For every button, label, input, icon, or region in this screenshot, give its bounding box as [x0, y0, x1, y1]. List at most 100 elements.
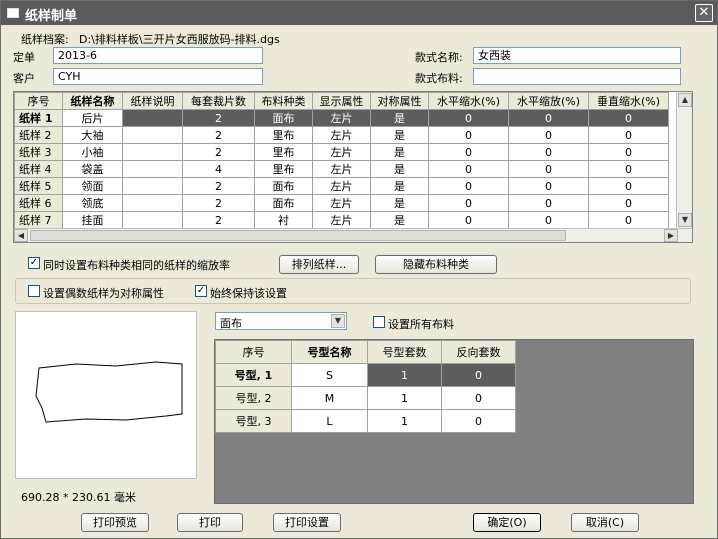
symmetry-cell[interactable]: 是 [370, 109, 429, 127]
row-index[interactable]: 纸样 4 [14, 160, 63, 178]
pattern-name-cell[interactable]: 领底 [62, 194, 123, 212]
h-shrink-cell[interactable]: 0 [428, 160, 509, 178]
h-scale-cell[interactable]: 0 [508, 143, 589, 161]
pattern-desc-cell[interactable] [122, 211, 183, 229]
table-row[interactable]: 纸样 2 大袖 2 里布 左片是 0 0 0 [14, 126, 669, 144]
h-shrink-cell[interactable]: 0 [428, 211, 509, 229]
col-header-desc[interactable]: 纸样说明 [122, 92, 183, 110]
v-shrink-cell[interactable]: 0 [588, 194, 669, 212]
row-index[interactable]: 纸样 3 [14, 143, 63, 161]
pattern-name-cell[interactable]: 小袖 [62, 143, 123, 161]
col-header-h-scale[interactable]: 水平缩放(%) [508, 92, 589, 110]
col-header-display[interactable]: 显示属性 [312, 92, 371, 110]
table-row[interactable]: 纸样 5 领面 2 面布 左片是 0 0 0 [14, 177, 669, 195]
sort-patterns-button[interactable]: 排列纸样... [279, 255, 359, 274]
all-fabric-checkbox[interactable] [373, 316, 385, 328]
qty-cell[interactable]: 4 [182, 160, 255, 178]
col-header-fabric[interactable]: 布料种类 [254, 92, 313, 110]
grid-vertical-scrollbar[interactable]: ▲ ▼ [676, 92, 692, 228]
fabric-cell[interactable]: 面布 [254, 109, 313, 127]
scroll-right-icon[interactable]: ▶ [664, 229, 678, 242]
v-shrink-cell[interactable]: 0 [588, 160, 669, 178]
col-header-symmetry[interactable]: 对称属性 [370, 92, 429, 110]
table-row[interactable]: 纸样 4 袋盖 4 里布 左片是 0 0 0 [14, 160, 669, 178]
size-row-index[interactable]: 号型, 2 [215, 386, 292, 410]
pattern-desc-cell[interactable] [122, 126, 183, 144]
display-cell[interactable]: 左片 [312, 126, 371, 144]
size-sets-cell[interactable]: 1 [367, 363, 442, 387]
scroll-down-icon[interactable]: ▼ [678, 213, 692, 227]
row-index[interactable]: 纸样 2 [14, 126, 63, 144]
size-col-sets[interactable]: 号型套数 [367, 340, 442, 364]
table-row[interactable]: 号型, 3L10 [215, 409, 516, 433]
pattern-desc-cell[interactable] [122, 177, 183, 195]
fabric-cell[interactable]: 里布 [254, 143, 313, 161]
display-cell[interactable]: 左片 [312, 194, 371, 212]
size-code-cell[interactable]: M [291, 386, 368, 410]
col-header-name[interactable]: 纸样名称 [62, 92, 123, 110]
symmetry-cell[interactable]: 是 [370, 211, 429, 229]
display-cell[interactable]: 左片 [312, 211, 371, 229]
h-scale-cell[interactable]: 0 [508, 211, 589, 229]
table-row[interactable]: 号型, 1S10 [215, 363, 516, 387]
size-col-name[interactable]: 号型名称 [291, 340, 368, 364]
display-cell[interactable]: 左片 [312, 177, 371, 195]
display-cell[interactable]: 左片 [312, 143, 371, 161]
table-row[interactable]: 纸样 6 领底 2 面布 左片是 0 0 0 [14, 194, 669, 212]
pattern-name-cell[interactable]: 袋盖 [62, 160, 123, 178]
fabric-select[interactable]: 面布 ▼ [215, 312, 347, 330]
size-row-index[interactable]: 号型, 1 [215, 363, 292, 387]
print-preview-button[interactable]: 打印预览 [81, 513, 149, 532]
v-shrink-cell[interactable]: 0 [588, 126, 669, 144]
row-index[interactable]: 纸样 7 [14, 211, 63, 229]
size-col-index[interactable]: 序号 [215, 340, 292, 364]
style-fabric-field[interactable] [473, 68, 681, 85]
cancel-button[interactable]: 取消(C) [571, 513, 639, 532]
qty-cell[interactable]: 2 [182, 109, 255, 127]
symmetry-cell[interactable]: 是 [370, 160, 429, 178]
h-scale-cell[interactable]: 0 [508, 126, 589, 144]
table-row[interactable]: 纸样 7 挂面 2 衬左片是 0 0 0 [14, 211, 669, 229]
fabric-cell[interactable]: 里布 [254, 126, 313, 144]
qty-cell[interactable]: 2 [182, 194, 255, 212]
same-fabric-checkbox[interactable]: ✓ [28, 257, 40, 269]
display-cell[interactable]: 左片 [312, 160, 371, 178]
pattern-name-cell[interactable]: 领面 [62, 177, 123, 195]
order-field[interactable]: 2013-6 [53, 47, 263, 64]
h-scale-cell[interactable]: 0 [508, 194, 589, 212]
size-reverse-cell[interactable]: 0 [441, 363, 516, 387]
chevron-down-icon[interactable]: ▼ [331, 314, 345, 328]
size-reverse-cell[interactable]: 0 [441, 386, 516, 410]
row-index[interactable]: 纸样 6 [14, 194, 63, 212]
col-header-qty[interactable]: 每套裁片数 [182, 92, 255, 110]
size-col-reverse[interactable]: 反向套数 [441, 340, 516, 364]
col-header-v-shrink[interactable]: 垂直缩水(%) [588, 92, 669, 110]
print-settings-button[interactable]: 打印设置 [273, 513, 341, 532]
h-shrink-cell[interactable]: 0 [428, 109, 509, 127]
symmetry-cell[interactable]: 是 [370, 126, 429, 144]
even-symmetric-checkbox[interactable] [28, 285, 40, 297]
pattern-desc-cell[interactable] [122, 143, 183, 161]
h-shrink-cell[interactable]: 0 [428, 177, 509, 195]
table-row[interactable]: 号型, 2M10 [215, 386, 516, 410]
h-scale-cell[interactable]: 0 [508, 109, 589, 127]
print-button[interactable]: 打印 [177, 513, 243, 532]
pattern-name-cell[interactable]: 挂面 [62, 211, 123, 229]
style-name-field[interactable]: 女西装 [473, 47, 681, 64]
display-cell[interactable]: 左片 [312, 109, 371, 127]
scroll-thumb[interactable] [30, 230, 566, 241]
qty-cell[interactable]: 2 [182, 177, 255, 195]
keep-setting-checkbox[interactable]: ✓ [195, 285, 207, 297]
qty-cell[interactable]: 2 [182, 211, 255, 229]
table-row[interactable]: 纸样 3 小袖 2 里布 左片是 0 0 0 [14, 143, 669, 161]
v-shrink-cell[interactable]: 0 [588, 177, 669, 195]
pattern-desc-cell[interactable] [122, 109, 183, 127]
ok-button[interactable]: 确定(O) [473, 513, 541, 532]
col-header-index[interactable]: 序号 [14, 92, 63, 110]
row-index[interactable]: 纸样 5 [14, 177, 63, 195]
client-field[interactable]: CYH [53, 68, 263, 85]
fabric-cell[interactable]: 衬 [254, 211, 313, 229]
col-header-h-shrink[interactable]: 水平缩水(%) [428, 92, 509, 110]
h-scale-cell[interactable]: 0 [508, 160, 589, 178]
pattern-desc-cell[interactable] [122, 194, 183, 212]
